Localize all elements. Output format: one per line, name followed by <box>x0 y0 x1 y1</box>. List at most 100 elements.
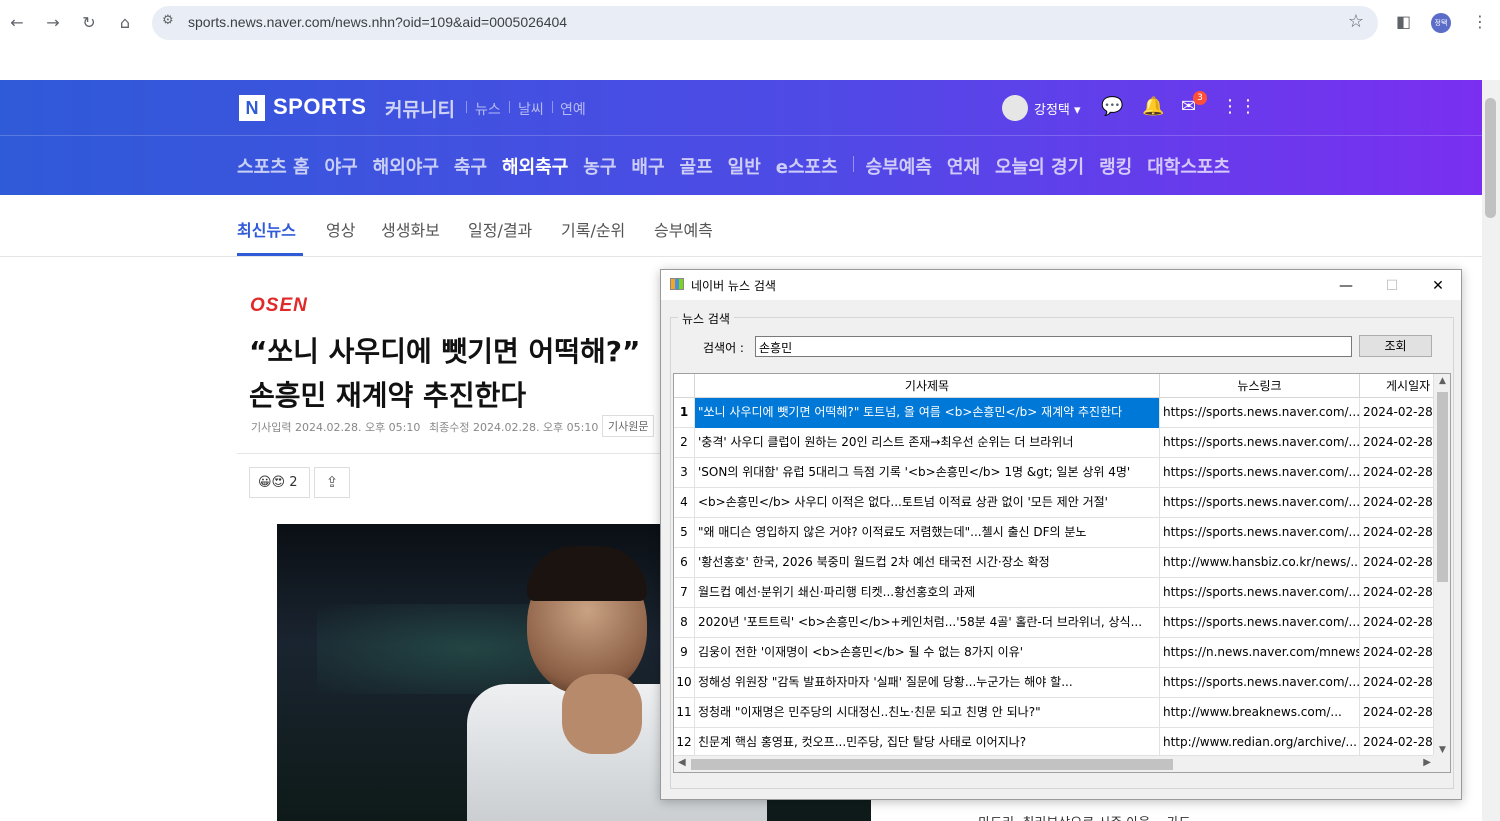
sports-logo[interactable]: SPORTS <box>273 94 366 120</box>
menu-world-soccer[interactable]: 해외축구 <box>502 153 568 179</box>
link-cell[interactable]: http://www.hansbiz.co.kr/news/... <box>1160 548 1360 578</box>
search-input[interactable]: 손흥민 <box>755 336 1352 357</box>
naver-logo[interactable]: N <box>239 95 265 121</box>
back-icon[interactable]: ← <box>5 11 29 35</box>
title-cell[interactable]: 월드컵 예선·분위기 쇄신·파리행 티켓...황선홍호의 과제 <box>695 578 1160 608</box>
table-row[interactable]: 5 "왜 매디슨 영입하지 않은 거야? 이적료도 저렴했는데"...첼시 출신 … <box>674 518 1440 548</box>
grid-horizontal-scrollbar[interactable]: ◀ ▶ <box>674 755 1435 772</box>
search-button[interactable]: 조회 <box>1359 335 1432 357</box>
scrollbar-thumb[interactable] <box>1485 98 1496 218</box>
apps-grid-icon[interactable]: ⋮⋮ <box>1221 96 1257 117</box>
url-text[interactable]: sports.news.naver.com/news.nhn?oid=109&a… <box>188 14 567 30</box>
menu-volleyball[interactable]: 배구 <box>631 153 664 179</box>
reload-icon[interactable]: ↻ <box>77 11 101 35</box>
table-row[interactable]: 11 정청래 "이재명은 민주당의 시대정신..친노·친문 되고 친명 안 되나?… <box>674 698 1440 728</box>
results-grid[interactable]: 기사제목 뉴스링크 게시일자 1 "쏘니 사우디에 뺏기면 어떡해?" 토트넘, … <box>673 373 1451 773</box>
table-row[interactable]: 10 정해성 위원장 "감독 발표하자마자 '실패' 질문에 당황...누군가는 … <box>674 668 1440 698</box>
menu-ranking[interactable]: 랭킹 <box>1099 153 1132 179</box>
title-cell[interactable]: 김웅이 전한 '이재명이 <b>손흥민</b> 될 수 없는 8가지 이유' <box>695 638 1160 668</box>
row-number-cell[interactable]: 7 <box>674 578 695 608</box>
close-icon[interactable]: ✕ <box>1415 274 1461 298</box>
table-row[interactable]: 4 <b>손흥민</b> 사우디 이적은 없다...토트넘 이적료 상관 없이 '… <box>674 488 1440 518</box>
press-logo[interactable]: OSEN <box>250 295 308 317</box>
column-header-date[interactable]: 게시일자 <box>1360 374 1440 398</box>
user-avatar[interactable] <box>1002 95 1028 121</box>
page-scrollbar[interactable] <box>1482 80 1500 821</box>
title-cell[interactable]: 2020년 '포트트릭' <b>손흥민</b>+케인처럼...'58분 4골' … <box>695 608 1160 638</box>
tab-records-standings[interactable]: 기록/순위 <box>561 217 625 241</box>
scroll-up-icon[interactable]: ▲ <box>1434 376 1450 386</box>
sidebar-news-item[interactable]: · 마드리, 취리부상으로 시즌 아웃 ...가도... <box>970 812 1203 821</box>
community-link[interactable]: 커뮤니티 <box>385 95 455 122</box>
profile-avatar[interactable]: 정택 <box>1431 13 1451 33</box>
table-row[interactable]: 6 '황선홍호' 한국, 2026 북중미 월드컵 2차 예선 태국전 시간·장소… <box>674 548 1440 578</box>
table-row[interactable]: 7 월드컵 예선·분위기 쇄신·파리행 티켓...황선홍호의 과제 https://… <box>674 578 1440 608</box>
forward-icon[interactable]: → <box>41 11 65 35</box>
row-number-cell[interactable]: 3 <box>674 458 695 488</box>
menu-today-games[interactable]: 오늘의 경기 <box>995 153 1084 179</box>
row-number-cell[interactable]: 2 <box>674 428 695 458</box>
date-cell[interactable]: 2024-02-28 <box>1360 488 1440 518</box>
tab-latest-news[interactable]: 최신뉴스 <box>237 217 296 241</box>
menu-sports-home[interactable]: 스포츠 홈 <box>237 153 310 179</box>
menu-esports[interactable]: e스포츠 <box>776 153 838 179</box>
minimize-icon[interactable]: — <box>1323 274 1369 298</box>
date-cell[interactable]: 2024-02-28 <box>1360 728 1440 758</box>
user-name-menu[interactable]: 강정택 ▾ <box>1034 99 1081 118</box>
bell-icon[interactable]: 🔔 <box>1142 96 1164 117</box>
table-row[interactable]: 1 "쏘니 사우디에 뺏기면 어떡해?" 토트넘, 올 여름 <b>손흥민</b>… <box>674 398 1440 428</box>
menu-world-baseball[interactable]: 해외야구 <box>373 153 439 179</box>
window-titlebar[interactable]: 네이버 뉴스 검색 — ☐ ✕ <box>661 270 1461 300</box>
title-cell[interactable]: '충격' 사우디 클럽이 원하는 20인 리스트 존재→최우선 순위는 더 브라… <box>695 428 1160 458</box>
table-row[interactable]: 8 2020년 '포트트릭' <b>손흥민</b>+케인처럼...'58분 4골'… <box>674 608 1440 638</box>
link-cell[interactable]: http://www.breaknews.com/... <box>1160 698 1360 728</box>
title-cell[interactable]: 정청래 "이재명은 민주당의 시대정신..친노·친문 되고 친명 안 되나?" <box>695 698 1160 728</box>
row-number-cell[interactable]: 11 <box>674 698 695 728</box>
scroll-left-icon[interactable]: ◀ <box>678 757 686 768</box>
date-cell[interactable]: 2024-02-28 <box>1360 548 1440 578</box>
date-cell[interactable]: 2024-02-28 <box>1360 428 1440 458</box>
tab-photos[interactable]: 생생화보 <box>381 217 440 241</box>
link-cell[interactable]: https://sports.news.naver.com/... <box>1160 608 1360 638</box>
grid-vertical-scrollbar[interactable]: ▲ ▼ <box>1433 374 1450 757</box>
weather-link[interactable]: 날씨 <box>518 99 544 119</box>
share-icon[interactable]: ⇪ <box>314 467 350 498</box>
scroll-right-icon[interactable]: ▶ <box>1423 757 1431 768</box>
scroll-down-icon[interactable]: ▼ <box>1434 745 1450 755</box>
title-cell[interactable]: "쏘니 사우디에 뺏기면 어떡해?" 토트넘, 올 여름 <b>손흥민</b> … <box>695 398 1160 428</box>
title-cell[interactable]: "왜 매디슨 영입하지 않은 거야? 이적료도 저렴했는데"...첼시 출신 D… <box>695 518 1160 548</box>
table-row[interactable]: 3 'SON의 위대함' 유럽 5대리그 득점 기록 '<b>손흥민</b> 1명… <box>674 458 1440 488</box>
row-number-cell[interactable]: 5 <box>674 518 695 548</box>
link-cell[interactable]: http://www.redian.org/archive/... <box>1160 728 1360 758</box>
reaction-button[interactable]: 😀😍 2 <box>249 467 310 498</box>
table-row[interactable]: 2 '충격' 사우디 클럽이 원하는 20인 리스트 존재→최우선 순위는 더 브… <box>674 428 1440 458</box>
menu-prediction[interactable]: 승부예측 <box>866 153 932 179</box>
menu-soccer[interactable]: 축구 <box>454 153 487 179</box>
row-number-cell[interactable]: 12 <box>674 728 695 758</box>
date-cell[interactable]: 2024-02-28 <box>1360 518 1440 548</box>
link-cell[interactable]: https://sports.news.naver.com/... <box>1160 668 1360 698</box>
date-cell[interactable]: 2024-02-28 <box>1360 398 1440 428</box>
menu-golf[interactable]: 골프 <box>680 153 713 179</box>
site-info-icon[interactable]: ⚙ <box>162 13 174 28</box>
link-cell[interactable]: https://sports.news.naver.com/... <box>1160 488 1360 518</box>
table-row[interactable]: 12 친문계 핵심 홍영표, 컷오프...민주당, 집단 탈당 사태로 이어지나?… <box>674 728 1440 758</box>
row-number-cell[interactable]: 8 <box>674 608 695 638</box>
link-cell[interactable]: https://sports.news.naver.com/... <box>1160 398 1360 428</box>
title-cell[interactable]: '황선홍호' 한국, 2026 북중미 월드컵 2차 예선 태국전 시간·장소 … <box>695 548 1160 578</box>
link-cell[interactable]: https://sports.news.naver.com/... <box>1160 428 1360 458</box>
date-cell[interactable]: 2024-02-28 <box>1360 638 1440 668</box>
tab-prediction[interactable]: 승부예측 <box>654 217 713 241</box>
tab-schedule-results[interactable]: 일정/결과 <box>468 217 532 241</box>
link-cell[interactable]: https://sports.news.naver.com/... <box>1160 518 1360 548</box>
tab-video[interactable]: 영상 <box>326 217 355 241</box>
column-header-title[interactable]: 기사제목 <box>695 374 1160 398</box>
table-row[interactable]: 9 김웅이 전한 '이재명이 <b>손흥민</b> 될 수 없는 8가지 이유' h… <box>674 638 1440 668</box>
scrollbar-thumb[interactable] <box>1437 392 1448 582</box>
talk-icon[interactable]: 💬 <box>1101 96 1123 117</box>
date-cell[interactable]: 2024-02-28 <box>1360 458 1440 488</box>
menu-kebab-icon[interactable]: ⋮ <box>1472 12 1488 31</box>
menu-general[interactable]: 일반 <box>728 153 761 179</box>
column-header-link[interactable]: 뉴스링크 <box>1160 374 1360 398</box>
date-cell[interactable]: 2024-02-28 <box>1360 698 1440 728</box>
